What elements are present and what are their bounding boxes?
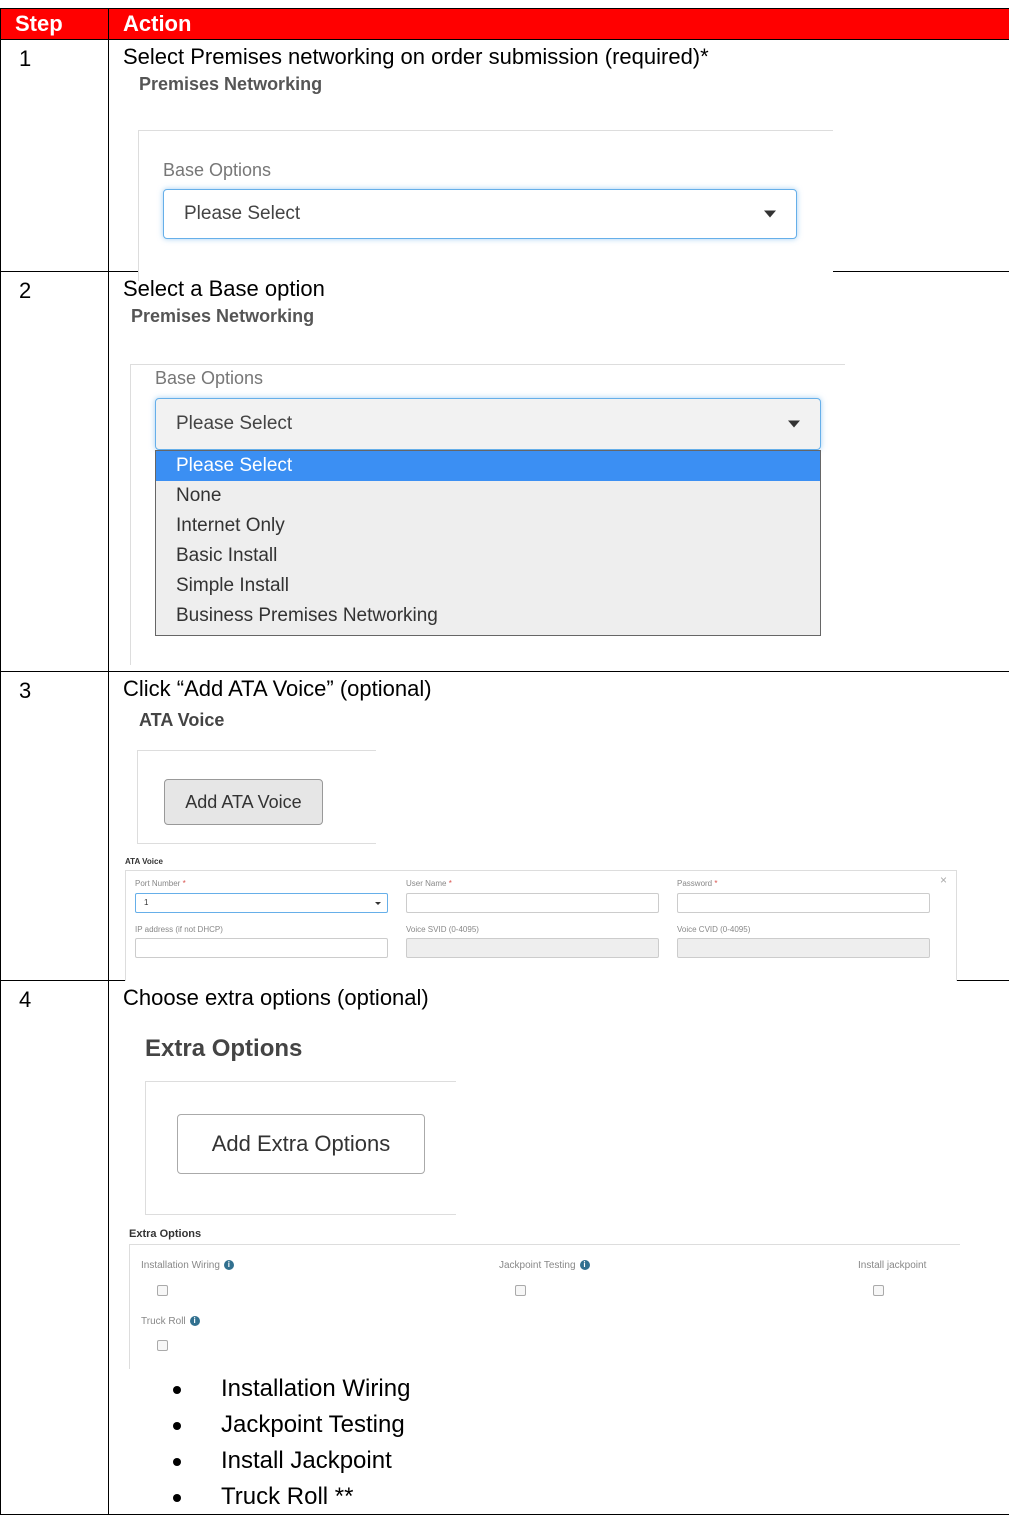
option-basic-install[interactable]: Basic Install: [156, 541, 820, 571]
port-number-select[interactable]: 1: [135, 893, 388, 913]
step-number: 4: [1, 981, 109, 1515]
list-item: Install Jackpoint: [173, 1443, 410, 1479]
screenshot-extra-button: Extra Options Add Extra Options: [143, 1035, 463, 1215]
action-header: Action: [109, 9, 1009, 40]
base-options-dropdown: Please Select None Internet Only Basic I…: [155, 450, 821, 636]
install-jackpoint-label: Install jackpoint: [858, 1260, 926, 1271]
action-title: Select Premises networking on order subm…: [109, 42, 1009, 72]
voice-cvid-label: Voice CVID (0-4095): [677, 925, 750, 934]
truck-roll-checkbox[interactable]: [157, 1340, 168, 1351]
extra-options-list: Installation Wiring Jackpoint Testing In…: [173, 1371, 410, 1515]
step-header: Step: [1, 9, 109, 40]
select-value: Please Select: [176, 413, 292, 435]
install-jackpoint-checkbox[interactable]: [873, 1285, 884, 1296]
base-options-select[interactable]: Please Select: [163, 189, 797, 239]
action-cell: Choose extra options (optional) Extra Op…: [109, 981, 1009, 1515]
ip-address-input[interactable]: [135, 938, 388, 958]
table-row: 2 Select a Base option Premises Networki…: [1, 272, 1009, 672]
section-heading: ATA Voice: [139, 710, 224, 731]
ata-form-panel: [125, 870, 957, 981]
action-title: Select a Base option: [109, 274, 1009, 304]
voice-svid-input: [406, 938, 659, 958]
installation-wiring-label: Installation Wiringi: [141, 1260, 234, 1271]
step-number: 2: [1, 272, 109, 672]
user-name-label: User Name *: [406, 879, 452, 888]
table-row: 4 Choose extra options (optional) Extra …: [1, 981, 1009, 1515]
close-icon[interactable]: ×: [940, 873, 947, 887]
info-icon[interactable]: i: [190, 1316, 200, 1326]
screenshot-extra-form: Extra Options Installation Wiringi Jackp…: [129, 1228, 959, 1368]
voice-svid-label: Voice SVID (0-4095): [406, 925, 479, 934]
form-title: ATA Voice: [125, 857, 163, 866]
action-cell: Select a Base option Premises Networking…: [109, 272, 1009, 672]
base-options-label: Base Options: [163, 160, 271, 181]
jackpoint-testing-checkbox[interactable]: [515, 1285, 526, 1296]
bullet-icon: [173, 1386, 181, 1394]
step-number: 1: [1, 40, 109, 272]
ip-address-label: IP address (if not DHCP): [135, 925, 223, 934]
bullet-icon: [173, 1458, 181, 1466]
section-heading: Premises Networking: [131, 306, 314, 327]
section-heading: Extra Options: [145, 1035, 302, 1063]
list-item: Truck Roll **: [173, 1479, 410, 1515]
chevron-down-icon: [788, 421, 800, 428]
option-none[interactable]: None: [156, 481, 820, 511]
section-heading: Premises Networking: [139, 74, 322, 95]
chevron-down-icon: [764, 211, 776, 218]
bullet-icon: [173, 1494, 181, 1502]
table-header-row: Step Action: [1, 9, 1009, 40]
info-icon[interactable]: i: [224, 1260, 234, 1270]
add-ata-voice-button[interactable]: Add ATA Voice: [164, 779, 323, 825]
action-cell: Select Premises networking on order subm…: [109, 40, 1009, 272]
screenshot-base-dropdown: Premises Networking Base Options Please …: [129, 306, 849, 671]
user-name-input[interactable]: [406, 893, 659, 913]
add-extra-options-button[interactable]: Add Extra Options: [177, 1114, 425, 1174]
action-title: Click “Add ATA Voice” (optional): [109, 674, 1009, 704]
base-options-label: Base Options: [155, 368, 263, 389]
option-please-select[interactable]: Please Select: [156, 451, 820, 481]
info-icon[interactable]: i: [580, 1260, 590, 1270]
action-title: Choose extra options (optional): [109, 983, 1009, 1013]
action-cell: Click “Add ATA Voice” (optional) ATA Voi…: [109, 672, 1009, 981]
password-label: Password *: [677, 879, 717, 888]
installation-wiring-checkbox[interactable]: [157, 1285, 168, 1296]
screenshot-ata-form: ATA Voice × Port Number * 1 User Name * …: [125, 857, 955, 980]
voice-cvid-input: [677, 938, 930, 958]
base-options-select[interactable]: Please Select: [155, 398, 821, 450]
option-business-premises-networking[interactable]: Business Premises Networking: [156, 601, 820, 631]
screenshot-premises: Premises Networking Base Options Please …: [137, 74, 837, 271]
option-internet-only[interactable]: Internet Only: [156, 511, 820, 541]
password-input[interactable]: [677, 893, 930, 913]
option-simple-install[interactable]: Simple Install: [156, 571, 820, 601]
bullet-icon: [173, 1422, 181, 1430]
select-value: Please Select: [184, 203, 300, 225]
chevron-down-icon: [375, 902, 381, 905]
form-title: Extra Options: [129, 1228, 201, 1240]
jackpoint-testing-label: Jackpoint Testingi: [499, 1260, 590, 1271]
list-item: Installation Wiring: [173, 1371, 410, 1407]
step-number: 3: [1, 672, 109, 981]
list-item: Jackpoint Testing: [173, 1407, 410, 1443]
table-row: 3 Click “Add ATA Voice” (optional) ATA V…: [1, 672, 1009, 981]
table-row: 1 Select Premises networking on order su…: [1, 40, 1009, 272]
port-number-label: Port Number *: [135, 879, 186, 888]
screenshot-ata-button: ATA Voice Add ATA Voice: [139, 710, 399, 844]
truck-roll-label: Truck Rolli: [141, 1316, 200, 1327]
steps-table: Step Action 1 Select Premises networking…: [0, 8, 1009, 1515]
